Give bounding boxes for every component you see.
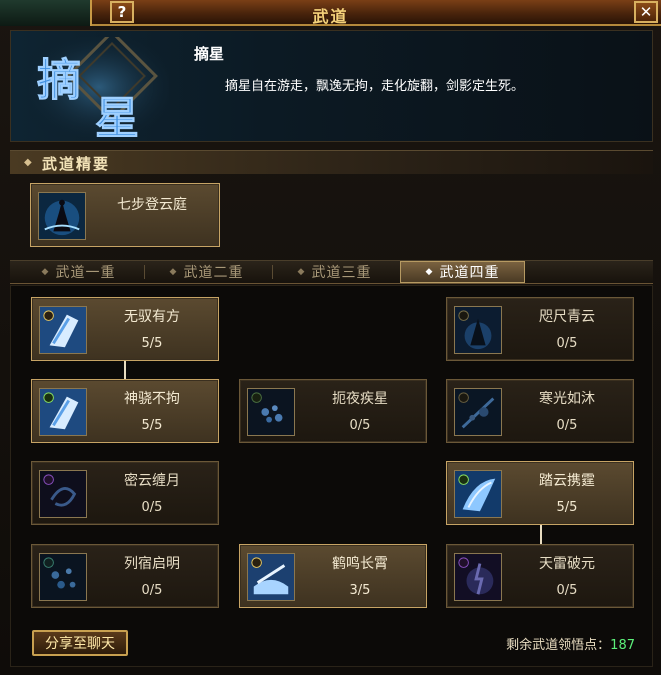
star-orbs-icon: [39, 553, 87, 601]
skill-name: 踏云携霆: [539, 473, 595, 489]
swirl-moon-icon: [39, 470, 87, 518]
wing-icon: [454, 470, 502, 518]
skill-count: 0/5: [556, 418, 578, 433]
diamond-icon: ◆: [24, 157, 32, 168]
figure-in-clouds-icon: [38, 192, 86, 240]
tab-label: 武道三重: [311, 265, 372, 281]
skill-name: 密云缠月: [124, 473, 180, 489]
skill-description: 摘星自在游走，飘逸无拘，走化旋翻，剑影定生死。: [225, 79, 525, 94]
swift-boot-icon: [39, 388, 87, 436]
skill-card[interactable]: 神骁不拘 5/5: [31, 379, 219, 443]
skill-card[interactable]: 鹤鸣长霄 3/5: [239, 544, 427, 608]
skill-count: 0/5: [141, 500, 163, 515]
skill-count: 3/5: [349, 583, 371, 598]
close-button[interactable]: ✕: [634, 1, 658, 23]
skill-count: 0/5: [556, 336, 578, 351]
skill-count: 5/5: [141, 418, 163, 433]
remaining-points: 剩余武道领悟点：187: [506, 634, 635, 653]
tab-tier-1[interactable]: ◆ 武道一重: [16, 261, 141, 283]
tab-label: 武道四重: [439, 265, 500, 281]
essence-card[interactable]: 七步登云庭: [30, 183, 220, 247]
skill-name: 列宿启明: [124, 556, 180, 572]
diamond-icon: ◆: [41, 267, 50, 277]
essence-section-label: 武道精要: [42, 155, 111, 173]
skill-card[interactable]: 扼夜疾星 0/5: [239, 379, 427, 443]
essence-section-header: ◆ 武道精要: [10, 150, 653, 174]
skill-card[interactable]: 天雷破元 0/5: [446, 544, 634, 608]
cloud-figure-icon: [454, 306, 502, 354]
window-title: 武道: [312, 7, 349, 26]
diamond-icon: ◆: [297, 267, 306, 277]
share-to-chat-button[interactable]: 分享至聊天: [32, 630, 128, 656]
skill-emblem-icon: 摘 星: [29, 37, 169, 137]
tab-tier-2[interactable]: ◆ 武道二重: [144, 261, 269, 283]
skill-name: 咫尺青云: [539, 309, 595, 325]
diamond-icon: ◆: [169, 267, 178, 277]
tree-connector: [540, 524, 542, 544]
skill-count: 0/5: [349, 418, 371, 433]
tab-tier-4[interactable]: ◆ 武道四重: [400, 261, 525, 283]
skill-name: 扼夜疾星: [332, 391, 388, 407]
essence-card-name: 七步登云庭: [117, 197, 187, 213]
swift-boot-icon: [39, 306, 87, 354]
skill-name: 神骁不拘: [124, 391, 180, 407]
tab-label: 武道一重: [55, 265, 116, 281]
emblem-glyph-2: 星: [95, 93, 139, 137]
tab-label: 武道二重: [183, 265, 244, 281]
martial-way-window: ? 武道 ✕ 摘 星 摘星 摘星自在游走，飘逸无拘，走化旋翻，剑影定生死。 ◆ …: [0, 0, 661, 675]
cold-light-icon: [454, 388, 502, 436]
skill-name: 天雷破元: [539, 556, 595, 572]
skill-card[interactable]: 无驭有方 5/5: [31, 297, 219, 361]
skill-count: 0/5: [556, 583, 578, 598]
skill-card[interactable]: 寒光如沐 0/5: [446, 379, 634, 443]
star-orbs-icon: [247, 388, 295, 436]
points-value: 187: [610, 638, 635, 653]
sword-wave-icon: [247, 553, 295, 601]
points-label: 剩余武道领悟点：: [506, 638, 611, 653]
skill-count: 5/5: [141, 336, 163, 351]
skill-count: 0/5: [141, 583, 163, 598]
tab-tier-3[interactable]: ◆ 武道三重: [272, 261, 397, 283]
skill-card[interactable]: 咫尺青云 0/5: [446, 297, 634, 361]
skill-card[interactable]: 列宿启明 0/5: [31, 544, 219, 608]
skill-name: 鹤鸣长霄: [332, 556, 388, 572]
skill-name: 无驭有方: [124, 309, 180, 325]
diamond-icon: ◆: [425, 267, 434, 277]
skill-count: 5/5: [556, 500, 578, 515]
thunder-figure-icon: [454, 553, 502, 601]
skill-card[interactable]: 密云缠月 0/5: [31, 461, 219, 525]
title-bar: ? 武道 ✕: [0, 0, 661, 26]
skill-card[interactable]: 踏云携霆 5/5: [446, 461, 634, 525]
tier-tabs: ◆ 武道一重 ◆ 武道二重 ◆ 武道三重 ◆ 武道四重: [10, 260, 653, 284]
skill-name: 摘星: [194, 45, 225, 63]
emblem-glyph-1: 摘: [37, 55, 81, 106]
skill-name: 寒光如沐: [539, 391, 595, 407]
tree-connector: [124, 360, 126, 380]
skill-header: 摘 星 摘星 摘星自在游走，飘逸无拘，走化旋翻，剑影定生死。: [10, 30, 653, 142]
